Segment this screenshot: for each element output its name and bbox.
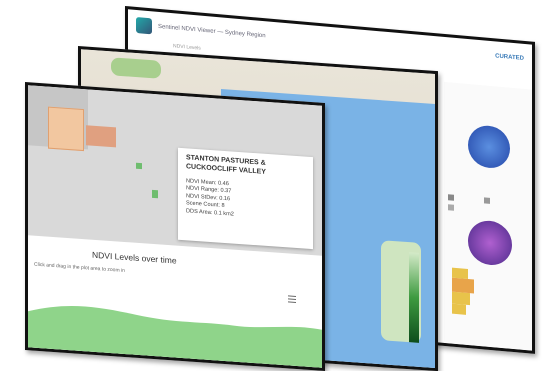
histogram-bar xyxy=(452,291,470,306)
histogram xyxy=(452,254,476,316)
legend-swatch xyxy=(448,194,454,201)
vegetation-marker xyxy=(136,162,142,170)
chart-plot-area[interactable] xyxy=(28,281,322,371)
brand-logo-text: CURATED xyxy=(495,53,524,62)
chart-instruction: Click and drag in the plot area to zoom … xyxy=(34,261,125,274)
app-logo xyxy=(136,16,152,35)
dashboard-subtitle: NDVI Levels xyxy=(173,43,201,52)
park-area xyxy=(111,57,161,79)
vegetation-marker xyxy=(152,189,158,199)
histogram-bar xyxy=(452,277,474,294)
histogram-bar xyxy=(452,303,466,315)
stats-panel xyxy=(444,81,532,351)
ndvi-area-series xyxy=(28,305,322,371)
legend-swatch xyxy=(448,204,454,211)
region-info-popup: STANTON PASTURES & CUCKOOCLIFF VALLEY ND… xyxy=(178,147,313,250)
region-boundary[interactable] xyxy=(86,125,116,148)
histogram-bar xyxy=(452,267,468,280)
popup-heading: STANTON PASTURES & CUCKOOCLIFF VALLEY xyxy=(186,154,266,176)
legend-swatch xyxy=(484,197,490,204)
detail-window-front: STANTON PASTURES & CUCKOOCLIFF VALLEY ND… xyxy=(25,82,325,371)
region-boundary[interactable] xyxy=(48,106,84,152)
ndvi-legend-bar xyxy=(409,252,419,343)
ndvi-time-chart: NDVI Levels over time Click and drag in … xyxy=(28,235,322,371)
chart-title: NDVI Levels over time xyxy=(92,249,177,266)
dashboard-title: Sentinel NDVI Viewer — Sydney Region xyxy=(158,23,266,40)
pie-chart-blue[interactable] xyxy=(468,124,510,170)
